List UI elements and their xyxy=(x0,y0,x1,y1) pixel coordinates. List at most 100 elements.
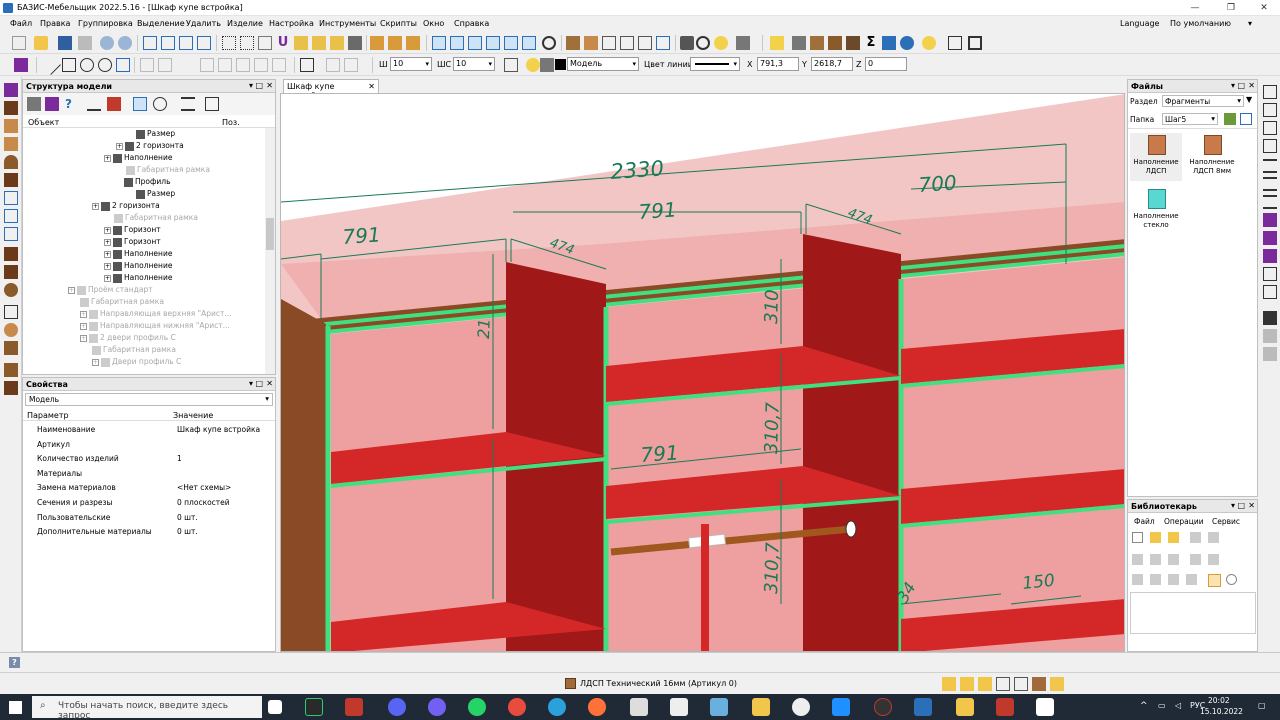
rectangle-icon[interactable] xyxy=(116,58,130,72)
tree-item[interactable]: Габаритная рамка xyxy=(80,297,164,309)
tree-item[interactable]: Габаритная рамка xyxy=(126,165,210,177)
status-t4-icon[interactable] xyxy=(996,677,1010,691)
layers-icon[interactable] xyxy=(736,36,750,50)
chevron-down-icon[interactable]: ▼ xyxy=(1246,95,1252,104)
ruler-icon[interactable] xyxy=(348,36,362,50)
expand-icon[interactable]: + xyxy=(92,358,99,366)
lib-t1-icon[interactable] xyxy=(1132,574,1143,585)
discord-icon[interactable] xyxy=(388,698,406,716)
lib-refresh-icon[interactable] xyxy=(1226,574,1237,585)
explorer-icon[interactable] xyxy=(752,698,770,716)
tree-item[interactable]: Габаритная рамка xyxy=(92,345,176,357)
property-value[interactable]: <Нет схемы> xyxy=(177,483,231,492)
status-t7-icon[interactable] xyxy=(1050,677,1064,691)
tool-r4-icon[interactable] xyxy=(1263,139,1277,153)
tree-item[interactable]: +2 горизонта xyxy=(116,141,184,153)
help-icon[interactable]: ? xyxy=(9,657,20,668)
app-g-icon[interactable] xyxy=(305,698,323,716)
view-iso-icon[interactable] xyxy=(504,36,518,50)
search-icon[interactable] xyxy=(1240,113,1252,125)
tool-r13-icon[interactable] xyxy=(1263,311,1277,325)
break-icon[interactable] xyxy=(272,58,286,72)
eye-icon[interactable] xyxy=(900,36,914,50)
layer-select[interactable]: Модель ▾ xyxy=(567,57,639,71)
line-color-select[interactable]: ▾ xyxy=(690,57,740,71)
panel-vertical-icon[interactable] xyxy=(4,101,18,115)
extend-icon[interactable] xyxy=(254,58,268,72)
zoom-window-icon[interactable] xyxy=(143,36,157,50)
clock-time[interactable]: 20:02 xyxy=(1208,696,1230,705)
app-a-icon[interactable] xyxy=(956,698,974,716)
tool-r8-icon[interactable] xyxy=(1263,213,1277,227)
close-icon[interactable]: ✕ xyxy=(1248,81,1255,90)
pencil-icon[interactable] xyxy=(294,36,308,50)
panel-move-icon[interactable] xyxy=(406,36,420,50)
print-icon[interactable] xyxy=(78,36,92,50)
report-icon[interactable] xyxy=(882,36,896,50)
lib-open-icon[interactable] xyxy=(1150,532,1161,543)
layer-props-icon[interactable] xyxy=(504,58,518,72)
undo-icon[interactable] xyxy=(100,36,114,50)
tool-r10-icon[interactable] xyxy=(1263,249,1277,263)
maximize-icon[interactable]: □ xyxy=(1237,501,1245,510)
menu-select[interactable]: Выделение xyxy=(137,19,185,28)
save-icon[interactable] xyxy=(58,36,72,50)
viber-icon[interactable] xyxy=(428,698,446,716)
menu-window[interactable]: Окно xyxy=(423,19,444,28)
property-row[interactable]: Замена материалов <Нет схемы> xyxy=(27,481,273,495)
tree-item[interactable]: Размер xyxy=(136,189,175,201)
volume-icon[interactable]: ◁ xyxy=(1175,701,1181,710)
hand-icon[interactable] xyxy=(770,36,784,50)
box-split-icon[interactable] xyxy=(4,227,18,241)
lib-folder-icon[interactable] xyxy=(1168,532,1179,543)
property-value[interactable]: 0 шт. xyxy=(177,527,198,536)
status-t2-icon[interactable] xyxy=(960,677,974,691)
brush-icon[interactable] xyxy=(312,36,326,50)
expand-icon[interactable]: + xyxy=(104,154,111,162)
expand-icon[interactable]: + xyxy=(104,226,111,234)
tree-item[interactable]: +2 двери профиль С xyxy=(80,333,176,345)
app-box-icon[interactable] xyxy=(630,698,648,716)
tree-item[interactable]: + Направляющая верхняя "Арист... xyxy=(80,309,232,321)
snap-grid-icon[interactable] xyxy=(222,36,236,50)
render-box-icon[interactable] xyxy=(638,36,652,50)
offset-icon[interactable] xyxy=(140,58,154,72)
crop-icon[interactable] xyxy=(968,36,982,50)
whatsapp-icon[interactable] xyxy=(468,698,486,716)
snap-points-icon[interactable] xyxy=(240,36,254,50)
property-row[interactable]: Пользовательские 0 шт. xyxy=(27,511,273,525)
hatch-icon[interactable] xyxy=(326,58,340,72)
fittings-icon[interactable] xyxy=(828,36,842,50)
tool-r1-icon[interactable] xyxy=(1263,85,1277,99)
snap-line-icon[interactable] xyxy=(258,36,272,50)
panel-create-icon[interactable] xyxy=(4,83,18,97)
lib-save-icon[interactable] xyxy=(1190,532,1201,543)
view-bottom-icon[interactable] xyxy=(522,36,536,50)
tool-r6-icon[interactable] xyxy=(1263,177,1277,191)
expand-icon[interactable]: + xyxy=(104,274,111,282)
tree-item[interactable]: + Горизонт xyxy=(104,225,161,237)
properties-selector[interactable]: Модель ▾ xyxy=(25,393,273,406)
property-value[interactable]: 0 плоскостей xyxy=(177,498,230,507)
panel-path-icon[interactable] xyxy=(4,173,18,187)
panel-tool-icon[interactable] xyxy=(370,36,384,50)
autocad-icon[interactable] xyxy=(996,698,1014,716)
zoom-all-icon[interactable] xyxy=(161,36,175,50)
property-row[interactable]: Дополнительные материалы 0 шт. xyxy=(27,525,273,539)
new-file-icon[interactable] xyxy=(12,36,26,50)
chrome-icon[interactable] xyxy=(508,698,526,716)
property-row[interactable]: Артикул xyxy=(27,438,273,452)
trim-icon[interactable] xyxy=(236,58,250,72)
menu-edit[interactable]: Правка xyxy=(40,19,70,28)
mirror-icon[interactable] xyxy=(158,58,172,72)
tool-r11-icon[interactable] xyxy=(1263,267,1277,281)
property-value[interactable]: 1 xyxy=(177,454,182,463)
tree-item[interactable]: Профиль xyxy=(124,177,171,189)
tape-icon[interactable] xyxy=(330,36,344,50)
expand-icon[interactable]: + xyxy=(104,250,111,258)
tool-r9-icon[interactable] xyxy=(1263,231,1277,245)
bazis-icon[interactable] xyxy=(914,698,932,716)
status-t1-icon[interactable] xyxy=(942,677,956,691)
zoom-in-icon[interactable] xyxy=(179,36,193,50)
panel-curved-icon[interactable] xyxy=(4,155,18,169)
